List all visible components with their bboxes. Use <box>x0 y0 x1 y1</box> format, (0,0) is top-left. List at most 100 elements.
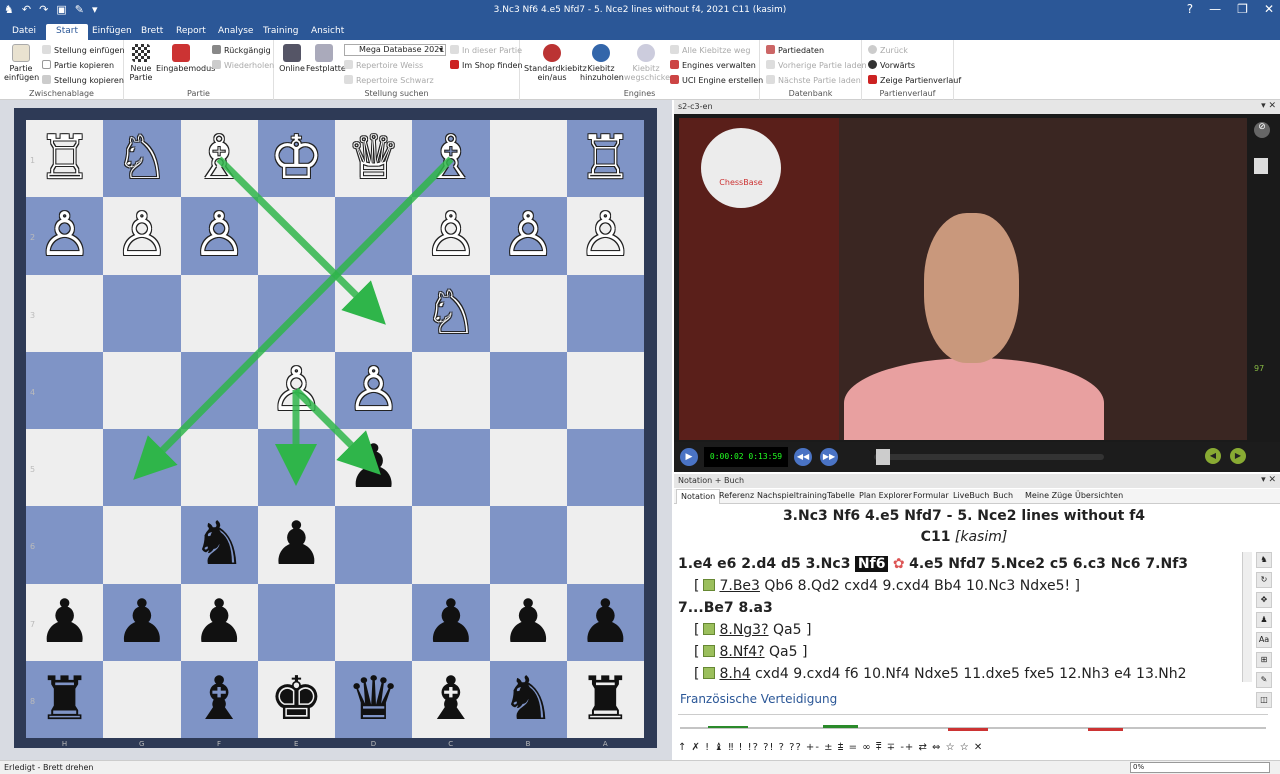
standard-kibitzer-button[interactable]: Standardkiebitz ein/aus <box>524 44 587 82</box>
group-datenbank: Partiedaten Vorherige Partie laden Nächs… <box>760 40 867 100</box>
evaluation-profile[interactable] <box>678 714 1268 740</box>
video-frame[interactable]: ChessBase <box>679 118 1247 440</box>
remove-all-kibitzers-button[interactable]: Alle Kiebitze weg <box>670 45 750 55</box>
repertoire-white-button[interactable]: Repertoire Weiss <box>344 60 423 70</box>
maximize-button[interactable]: ❐ <box>1237 2 1248 16</box>
next-marker-button[interactable]: ▶ <box>1230 448 1246 464</box>
repertoire-icon <box>344 75 353 84</box>
video-seek-bar[interactable] <box>874 454 1104 460</box>
copy-game-button[interactable]: Partie kopieren <box>42 60 114 70</box>
tool-replay-icon[interactable]: ↻ <box>1256 572 1272 588</box>
new-game-button[interactable]: Neue Partie <box>126 44 156 82</box>
add-kibitzer-button[interactable]: Kiebitz hinzuholen <box>580 44 624 82</box>
video-seek-handle[interactable] <box>876 449 890 465</box>
shop-find-button[interactable]: Im Shop finden <box>450 60 523 70</box>
tab-nachspieltraining[interactable]: Nachspieltraining <box>757 491 827 500</box>
forward-button[interactable]: Vorwärts <box>868 60 915 70</box>
tab-notation[interactable]: Notation <box>676 489 721 504</box>
ribbon: Partie einfügen Stellung einfügen Partie… <box>0 40 1280 100</box>
tab-start[interactable]: Start <box>46 24 88 40</box>
tab-training[interactable]: Training <box>263 26 299 36</box>
panel-controls[interactable]: ▾ ✕ <box>1261 101 1276 111</box>
online-search-button[interactable]: Online <box>278 44 306 73</box>
repertoire-black-button[interactable]: Repertoire Schwarz <box>344 75 434 85</box>
tab-plan-explorer[interactable]: Plan Explorer <box>859 491 912 500</box>
tab-tabelle[interactable]: Tabelle <box>827 491 855 500</box>
in-this-game-button[interactable]: In dieser Partie <box>450 45 522 55</box>
rewind-button[interactable]: ◀◀ <box>794 448 812 466</box>
video-panel: s2-c3-en ▾ ✕ ChessBase ▶ 0:00:02 0:13:59 … <box>674 100 1280 472</box>
tool-font-icon[interactable]: Aa <box>1256 632 1272 648</box>
paste-position-button[interactable]: Stellung einfügen <box>42 45 125 55</box>
game-data-button[interactable]: Partiedaten <box>766 45 824 55</box>
status-bar: Erledigt - Brett drehen 0% <box>0 760 1280 774</box>
tab-uebersichten[interactable]: Übersichten <box>1075 491 1123 500</box>
fast-forward-button[interactable]: ▶▶ <box>820 448 838 466</box>
tool-eraser-icon[interactable]: ◫ <box>1256 692 1272 708</box>
remove-kibitzer-button[interactable]: Kiebitz wegschicken <box>624 44 675 82</box>
undo-button[interactable]: Rückgängig <box>212 45 271 55</box>
back-button[interactable]: Zurück <box>868 45 908 55</box>
tool-board-icon[interactable]: ♞ <box>1256 552 1272 568</box>
tab-meine-zuege[interactable]: Meine Züge <box>1025 491 1072 500</box>
main-line[interactable]: 1.e4 e6 2.d4 d5 3.Nc3 Nf6 ✿ 4.e5 Nfd7 5.… <box>678 556 1188 572</box>
previous-marker-button[interactable]: ◀ <box>1205 448 1221 464</box>
disk-search-button[interactable]: Festplatte <box>306 44 346 73</box>
shop-icon <box>450 60 459 69</box>
close-button[interactable]: ✕ <box>1264 2 1274 16</box>
history-icon <box>868 75 877 84</box>
tab-ansicht[interactable]: Ansicht <box>311 26 344 36</box>
tab-livebuch[interactable]: LiveBuch <box>953 491 989 500</box>
volume-slider[interactable]: ⊘ 97 <box>1254 122 1270 422</box>
main-line[interactable]: 7...Be7 8.a3 <box>678 600 773 616</box>
tab-formular[interactable]: Formular <box>913 491 949 500</box>
annotation-symbols[interactable]: ↑ ✗ ! ♝ ‼ ! !? ?! ? ?? +- ± ⩲ = ∞ ⩱ ∓ -+… <box>678 742 983 753</box>
clipboard-icon <box>12 44 30 62</box>
search-disk-icon <box>315 44 333 62</box>
paste-game-button[interactable]: Partie einfügen <box>4 44 39 82</box>
tab-buch[interactable]: Buch <box>993 491 1013 500</box>
help-icon[interactable]: ? <box>1187 2 1193 16</box>
manage-engines-button[interactable]: Engines verwalten <box>670 60 756 70</box>
tab-brett[interactable]: Brett <box>141 26 163 36</box>
game-header: 3.Nc3 Nf6 4.e5 Nfd7 - 5. Nce2 lines with… <box>782 508 1146 524</box>
variation-line[interactable]: [7.Be3 Qb6 8.Qd2 cxd4 9.cxd4 Bb4 10.Nc3 … <box>694 578 1080 594</box>
create-uci-engine-button[interactable]: UCI Engine erstellen <box>670 75 763 85</box>
board-icon <box>132 44 150 62</box>
notation-tools: ♞ ↻ ✥ ♟ Aa ⊞ ✎ ◫ <box>1256 552 1276 712</box>
copy-position-button[interactable]: Stellung kopieren <box>42 75 124 85</box>
tab-analyse[interactable]: Analyse <box>218 26 253 36</box>
file-label: B <box>525 740 531 748</box>
notation-scrollbar[interactable] <box>1242 552 1252 682</box>
variation-line[interactable]: [8.h4 cxd4 9.cxd4 f6 10.Nf4 Ndxe5 11.dxe… <box>694 666 1187 682</box>
redo-button[interactable]: Wiederholen <box>212 60 274 70</box>
tool-pen-icon[interactable]: ✎ <box>1256 672 1272 688</box>
variation-line[interactable]: [8.Nf4? Qa5 ] <box>694 644 807 660</box>
variation-line[interactable]: [8.Ng3? Qa5 ] <box>694 622 811 638</box>
undo-icon <box>212 45 221 54</box>
group-label: Engines <box>623 89 656 98</box>
file-label: D <box>370 740 377 748</box>
previous-game-button[interactable]: Vorherige Partie laden <box>766 60 867 70</box>
current-move[interactable]: Nf6 <box>854 556 889 572</box>
volume-handle[interactable] <box>1254 158 1268 174</box>
group-engines: Standardkiebitz ein/aus Kiebitz hinzuhol… <box>520 40 763 100</box>
repertoire-icon <box>344 60 353 69</box>
play-button[interactable]: ▶ <box>680 448 698 466</box>
tool-drop-icon[interactable]: ♟ <box>1256 612 1272 628</box>
tab-report[interactable]: Report <box>176 26 206 36</box>
tool-tree-icon[interactable]: ⊞ <box>1256 652 1272 668</box>
next-game-button[interactable]: Nächste Partie laden <box>766 75 861 85</box>
database-select[interactable]: Mega Database 2021 ▾ <box>344 44 446 56</box>
tab-referenz[interactable]: Referenz <box>719 491 754 500</box>
tab-datei[interactable]: Datei <box>12 26 36 36</box>
input-mode-button[interactable]: Eingabemodus <box>156 44 215 73</box>
engine-remove-icon <box>637 44 655 62</box>
tab-einfuegen[interactable]: Einfügen <box>92 26 132 36</box>
panel-controls[interactable]: ▾ ✕ <box>1261 475 1276 485</box>
volume-value: 97 <box>1254 364 1265 373</box>
tool-move-icon[interactable]: ✥ <box>1256 592 1272 608</box>
show-history-button[interactable]: Zeige Partienverlauf <box>868 75 961 85</box>
minimize-button[interactable]: — <box>1209 2 1221 16</box>
board-panel: ♖♘♗♔♕♗♖1♙♙♙♙♙♙2♘3♙♙4♟5♞♟6♟♟♟♟♟♟7♜♝♚♛♝♞♜8… <box>0 100 672 760</box>
